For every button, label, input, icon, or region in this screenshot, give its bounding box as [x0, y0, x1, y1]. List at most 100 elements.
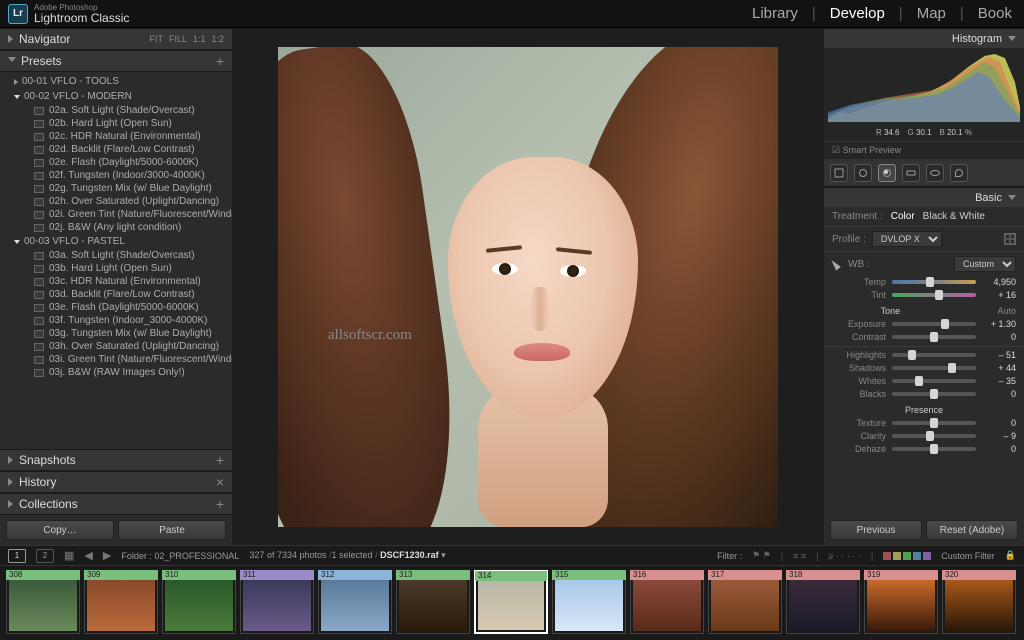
star-filter-icon[interactable]: ≡ ≡ — [793, 551, 806, 561]
preset-folder[interactable]: 00-01 VFLO - TOOLS — [0, 74, 232, 89]
preset-item[interactable]: 02a. Soft Light (Shade/Overcast) — [0, 104, 232, 117]
dehaze-slider[interactable]: Dehaze0 — [824, 443, 1024, 456]
module-map[interactable]: Map — [917, 5, 946, 22]
treatment-color[interactable]: Color — [891, 211, 915, 222]
preset-item[interactable]: 02h. Over Saturated (Uplight/Dancing) — [0, 195, 232, 208]
profile-row: Profile : DVLOP X — [824, 227, 1024, 252]
preset-item[interactable]: 03i. Green Tint (Nature/Fluorescent/Wind… — [0, 353, 232, 366]
tint-slider[interactable]: Tint+ 16 — [824, 289, 1024, 302]
filmstrip-thumb[interactable]: 319 — [864, 570, 938, 634]
auto-tone-button[interactable]: Auto — [997, 306, 1016, 316]
app-topbar: Lr Adobe Photoshop Lightroom Classic Lib… — [0, 0, 1024, 28]
exposure-slider[interactable]: Exposure+ 1.30 — [824, 318, 1024, 331]
basic-panel-header[interactable]: Basic — [824, 187, 1024, 207]
filmstrip-thumb[interactable]: 313 — [396, 570, 470, 634]
zoom-FILL[interactable]: FILL — [169, 34, 187, 44]
nav-fwd-icon[interactable]: ▶ — [103, 549, 111, 562]
preset-item[interactable]: 03j. B&W (RAW Images Only!) — [0, 366, 232, 379]
filmstrip-thumb[interactable]: 310 — [162, 570, 236, 634]
add-collection-icon[interactable]: + — [216, 497, 224, 511]
filmstrip-thumb[interactable]: 315 — [552, 570, 626, 634]
filter-label: Filter : — [717, 551, 742, 561]
paste-button[interactable]: Paste — [118, 520, 226, 540]
reset-button[interactable]: Reset (Adobe) — [926, 520, 1018, 540]
filmstrip-thumb[interactable]: 320 — [942, 570, 1016, 634]
shadows-slider[interactable]: Shadows+ 44 — [824, 362, 1024, 375]
clarity-slider[interactable]: Clarity– 9 — [824, 430, 1024, 443]
filmstrip-thumb[interactable]: 314 — [474, 570, 548, 634]
preset-item[interactable]: 03h. Over Saturated (Uplight/Dancing) — [0, 340, 232, 353]
add-preset-icon[interactable]: + — [216, 54, 224, 68]
brush-tool[interactable] — [950, 164, 968, 182]
wb-select[interactable]: Custom — [954, 256, 1016, 272]
flag-filter-icon[interactable]: ⚑ ⚑ — [752, 550, 771, 561]
whites-slider[interactable]: Whites– 35 — [824, 375, 1024, 388]
copy-button[interactable]: Copy… — [6, 520, 114, 540]
collections-panel-header[interactable]: Collections+ — [0, 493, 232, 515]
histogram-panel-header[interactable]: Histogram — [824, 28, 1024, 48]
preset-item[interactable]: 02e. Flash (Daylight/5000-6000K) — [0, 156, 232, 169]
contrast-slider[interactable]: Contrast0 — [824, 331, 1024, 344]
clear-history-icon[interactable]: × — [216, 475, 224, 489]
snapshots-panel-header[interactable]: Snapshots+ — [0, 449, 232, 471]
zoom-1:1[interactable]: 1:1 — [193, 34, 206, 44]
spot-tool[interactable] — [854, 164, 872, 182]
filmstrip[interactable]: 308309310311312313314315316317318319320 — [0, 565, 1024, 640]
add-snapshot-icon[interactable]: + — [216, 453, 224, 467]
filmstrip-thumb[interactable]: 312 — [318, 570, 392, 634]
temp-slider[interactable]: Temp4,950 — [824, 276, 1024, 289]
filmstrip-thumb[interactable]: 316 — [630, 570, 704, 634]
preset-item[interactable]: 03e. Flash (Daylight/5000-6000K) — [0, 301, 232, 314]
color-filter[interactable] — [883, 552, 931, 560]
preset-item[interactable]: 03f. Tungsten (Indoor_3000-4000K) — [0, 314, 232, 327]
preset-item[interactable]: 02i. Green Tint (Nature/Fluorescent/Wind… — [0, 208, 232, 221]
filmstrip-thumb[interactable]: 311 — [240, 570, 314, 634]
treatment-bw[interactable]: Black & White — [923, 211, 985, 222]
filmstrip-thumb[interactable]: 318 — [786, 570, 860, 634]
grid-view-icon[interactable]: ▦ — [64, 549, 74, 562]
preset-item[interactable]: 03a. Soft Light (Shade/Overcast) — [0, 249, 232, 262]
module-develop[interactable]: Develop — [830, 5, 885, 22]
preset-item[interactable]: 02g. Tungsten Mix (w/ Blue Daylight) — [0, 182, 232, 195]
previous-button[interactable]: Previous — [830, 520, 922, 540]
rating-filter[interactable]: ≥ · · · · · — [828, 551, 860, 561]
module-book[interactable]: Book — [978, 5, 1012, 22]
filmstrip-thumb[interactable]: 317 — [708, 570, 782, 634]
redeye-tool[interactable] — [878, 164, 896, 182]
preset-item[interactable]: 03c. HDR Natural (Environmental) — [0, 275, 232, 288]
radial-tool[interactable] — [926, 164, 944, 182]
preset-item[interactable]: 02d. Backlit (Flare/Low Contrast) — [0, 143, 232, 156]
secondary-monitor-button[interactable]: 2 — [36, 549, 54, 563]
texture-slider[interactable]: Texture0 — [824, 417, 1024, 430]
preset-item[interactable]: 02f. Tungsten (Indoor/3000-4000K) — [0, 169, 232, 182]
graduated-tool[interactable] — [902, 164, 920, 182]
preset-item[interactable]: 02c. HDR Natural (Environmental) — [0, 130, 232, 143]
nav-back-icon[interactable]: ◀ — [84, 549, 92, 562]
filmstrip-thumb[interactable]: 308 — [6, 570, 80, 634]
primary-monitor-button[interactable]: 1 — [8, 549, 26, 563]
preset-item[interactable]: 02b. Hard Light (Open Sun) — [0, 117, 232, 130]
preset-item[interactable]: 02j. B&W (Any light condition) — [0, 221, 232, 234]
wb-dropper-icon[interactable] — [829, 258, 841, 270]
histogram[interactable] — [824, 48, 1024, 126]
highlights-slider[interactable]: Highlights– 51 — [824, 349, 1024, 362]
preset-folder[interactable]: 00-03 VFLO - PASTEL — [0, 234, 232, 249]
navigator-panel-header[interactable]: Navigator FITFILL1:11:2 — [0, 28, 232, 50]
preset-item[interactable]: 03d. Backlit (Flare/Low Contrast) — [0, 288, 232, 301]
loupe-view[interactable]: allsoftscr.com — [232, 28, 824, 545]
filmstrip-thumb[interactable]: 309 — [84, 570, 158, 634]
preset-item[interactable]: 03b. Hard Light (Open Sun) — [0, 262, 232, 275]
profile-select[interactable]: DVLOP X — [872, 231, 942, 247]
zoom-1:2[interactable]: 1:2 — [211, 34, 224, 44]
crop-tool[interactable] — [830, 164, 848, 182]
history-panel-header[interactable]: History× — [0, 471, 232, 493]
zoom-FIT[interactable]: FIT — [149, 34, 163, 44]
blacks-slider[interactable]: Blacks0 — [824, 388, 1024, 401]
preset-folder[interactable]: 00-02 VFLO - MODERN — [0, 89, 232, 104]
filter-lock-icon[interactable]: 🔒 — [1005, 550, 1016, 561]
presets-panel-header[interactable]: Presets + — [0, 50, 232, 72]
module-library[interactable]: Library — [752, 5, 798, 22]
preset-item[interactable]: 03g. Tungsten Mix (w/ Blue Daylight) — [0, 327, 232, 340]
custom-filter[interactable]: Custom Filter — [941, 551, 995, 561]
profile-browser-icon[interactable] — [1004, 233, 1016, 245]
